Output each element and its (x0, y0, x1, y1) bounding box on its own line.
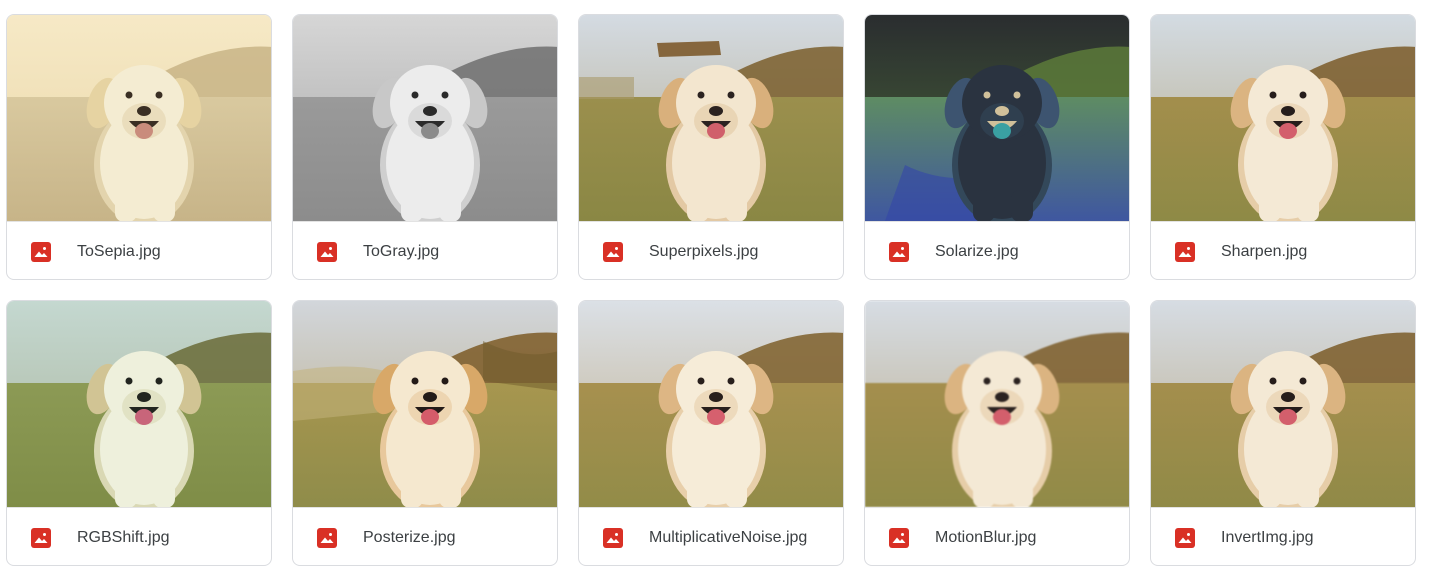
file-card-sharpen[interactable]: Sharpen.jpg (1150, 14, 1416, 280)
thumbnail (293, 15, 557, 221)
file-name: Sharpen.jpg (1221, 243, 1308, 260)
file-footer: ToSepia.jpg (7, 221, 271, 279)
image-file-icon (603, 528, 623, 548)
file-card-posterize[interactable]: Posterize.jpg (292, 300, 558, 566)
file-card-multiplicativenoise[interactable]: MultiplicativeNoise.jpg (578, 300, 844, 566)
file-name: MultiplicativeNoise.jpg (649, 529, 808, 546)
thumbnail (1151, 301, 1415, 507)
file-footer: Solarize.jpg (865, 221, 1129, 279)
thumbnail (865, 301, 1129, 507)
thumbnail (865, 15, 1129, 221)
image-file-icon (889, 528, 909, 548)
file-name: Posterize.jpg (363, 529, 456, 546)
file-card-tosepia[interactable]: ToSepia.jpg (6, 14, 272, 280)
image-file-icon (31, 528, 51, 548)
file-footer: ToGray.jpg (293, 221, 557, 279)
file-footer: InvertImg.jpg (1151, 507, 1415, 565)
file-card-invertimg[interactable]: InvertImg.jpg (1150, 300, 1416, 566)
file-footer: MultiplicativeNoise.jpg (579, 507, 843, 565)
file-footer: Sharpen.jpg (1151, 221, 1415, 279)
thumbnail (1151, 15, 1415, 221)
thumbnail (579, 15, 843, 221)
file-name: Superpixels.jpg (649, 243, 759, 260)
image-file-icon (31, 242, 51, 262)
file-footer: MotionBlur.jpg (865, 507, 1129, 565)
file-footer: RGBShift.jpg (7, 507, 271, 565)
file-name: ToSepia.jpg (77, 243, 161, 260)
image-file-icon (1175, 528, 1195, 548)
thumbnail (293, 301, 557, 507)
file-name: ToGray.jpg (363, 243, 440, 260)
file-footer: Superpixels.jpg (579, 221, 843, 279)
thumbnail (579, 301, 843, 507)
thumbnail (7, 301, 271, 507)
image-file-icon (603, 242, 623, 262)
file-footer: Posterize.jpg (293, 507, 557, 565)
file-card-rgbshift[interactable]: RGBShift.jpg (6, 300, 272, 566)
image-file-icon (889, 242, 909, 262)
file-name: RGBShift.jpg (77, 529, 170, 546)
file-name: MotionBlur.jpg (935, 529, 1037, 546)
file-name: InvertImg.jpg (1221, 529, 1314, 546)
image-file-icon (317, 242, 337, 262)
thumbnail (7, 15, 271, 221)
image-file-icon (317, 528, 337, 548)
file-card-superpixels[interactable]: Superpixels.jpg (578, 14, 844, 280)
file-card-motionblur[interactable]: MotionBlur.jpg (864, 300, 1130, 566)
file-card-solarize[interactable]: Solarize.jpg (864, 14, 1130, 280)
image-file-icon (1175, 242, 1195, 262)
file-name: Solarize.jpg (935, 243, 1019, 260)
file-card-togray[interactable]: ToGray.jpg (292, 14, 558, 280)
file-grid: ToSepia.jpg ToGray.jpg Superpixels.jpg S… (0, 0, 1436, 579)
